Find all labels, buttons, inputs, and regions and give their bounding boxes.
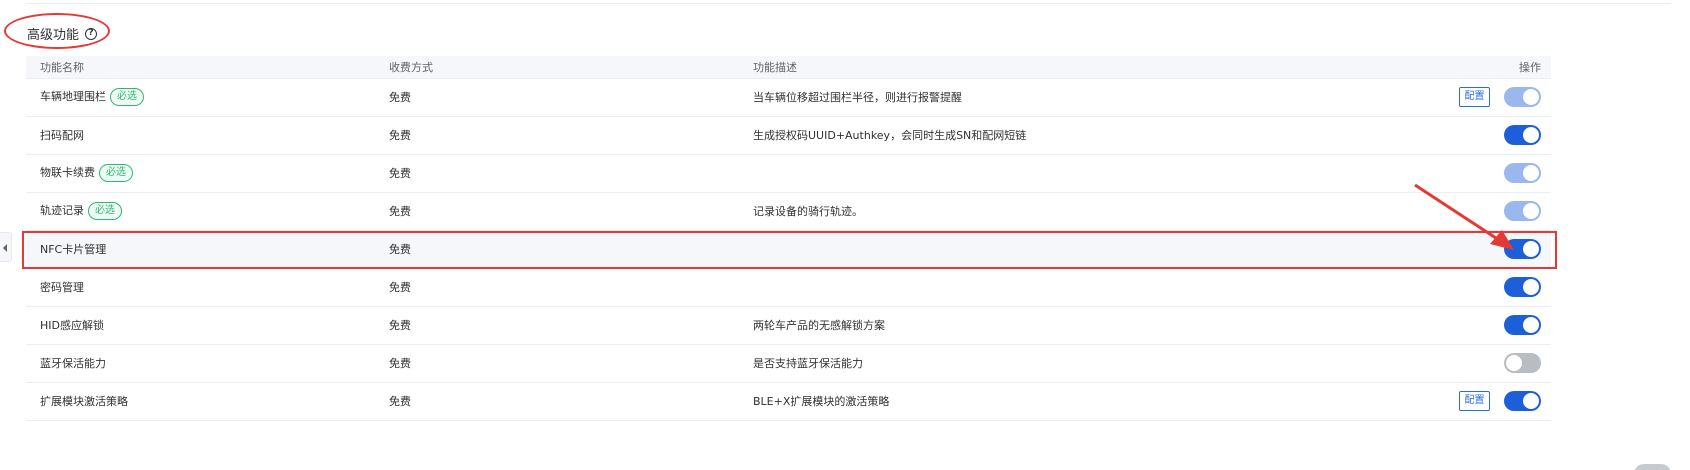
feature-toggle-switch — [1504, 163, 1541, 183]
operation-cell — [1339, 230, 1551, 269]
feature-toggle-switch[interactable] — [1504, 315, 1541, 335]
switch-knob — [1523, 317, 1539, 333]
feature-toggle-switch[interactable] — [1504, 391, 1541, 411]
table-row: NFC卡片管理 免费 — [26, 230, 1551, 269]
feature-name: 扫码配网 — [40, 129, 84, 142]
feature-toggle-switch[interactable] — [1504, 239, 1541, 259]
feature-name: 蓝牙保活能力 — [40, 357, 106, 370]
switch-knob — [1523, 393, 1539, 409]
description-cell — [739, 268, 1339, 307]
table-row: 蓝牙保活能力 免费 是否支持蓝牙保活能力 — [26, 344, 1551, 383]
feature-toggle-switch[interactable] — [1504, 125, 1541, 145]
feature-name: 车辆地理围栏 — [40, 90, 106, 103]
switch-knob — [1506, 355, 1522, 371]
description-cell: 生成授权码UUID+Authkey，会同时生成SN和配网短链 — [739, 116, 1339, 155]
title-circle-annotation — [4, 13, 110, 49]
description-cell: 记录设备的骑行轨迹。 — [739, 192, 1339, 231]
table-row: 密码管理 免费 — [26, 268, 1551, 307]
switch-knob — [1523, 165, 1539, 181]
feature-name: HID感应解锁 — [40, 319, 104, 332]
feature-toggle-switch — [1504, 87, 1541, 107]
table-row: 扫码配网 免费 生成授权码UUID+Authkey，会同时生成SN和配网短链 — [26, 116, 1551, 155]
operation-cell — [1339, 116, 1551, 155]
config-button[interactable]: 配置 — [1459, 391, 1490, 411]
required-tag: 必选 — [99, 164, 133, 182]
feature-name-cell: 密码管理 — [26, 268, 375, 307]
operation-cell — [1339, 306, 1551, 345]
table-row: 物联卡续费 必选 免费 — [26, 154, 1551, 193]
billing-cell: 免费 — [375, 306, 739, 345]
switch-knob — [1523, 89, 1539, 105]
description-cell — [739, 154, 1339, 193]
billing-cell: 免费 — [375, 230, 739, 269]
required-tag: 必选 — [110, 88, 144, 106]
feature-toggle-switch[interactable] — [1504, 353, 1541, 373]
feature-name-cell: 扫码配网 — [26, 116, 375, 155]
feature-name: 扩展模块激活策略 — [40, 395, 128, 408]
feature-name: NFC卡片管理 — [40, 243, 107, 256]
top-divider — [26, 3, 1671, 4]
table-row: 车辆地理围栏 必选 免费 当车辆位移超过围栏半径，则进行报警提醒 配置 — [26, 78, 1551, 117]
column-header-billing: 收费方式 — [375, 56, 739, 79]
switch-knob — [1523, 241, 1539, 257]
switch-knob — [1523, 127, 1539, 143]
description-cell: 当车辆位移超过围栏半径，则进行报警提醒 — [739, 78, 1339, 117]
sidebar-collapse-icon[interactable] — [0, 232, 12, 262]
description-cell: 两轮车产品的无感解锁方案 — [739, 306, 1339, 345]
billing-cell: 免费 — [375, 344, 739, 383]
description-cell: 是否支持蓝牙保活能力 — [739, 344, 1339, 383]
switch-knob — [1523, 203, 1539, 219]
billing-cell: 免费 — [375, 154, 739, 193]
feature-name-cell: 轨迹记录 必选 — [26, 192, 375, 231]
feature-name: 轨迹记录 — [40, 204, 84, 217]
column-header-description: 功能描述 — [739, 56, 1339, 79]
feature-name-cell: 扩展模块激活策略 — [26, 382, 375, 421]
description-cell — [739, 230, 1339, 269]
billing-cell: 免费 — [375, 268, 739, 307]
operation-cell — [1339, 268, 1551, 307]
description-cell: BLE+X扩展模块的激活策略 — [739, 382, 1339, 421]
required-tag: 必选 — [88, 202, 122, 220]
config-button[interactable]: 配置 — [1459, 87, 1490, 107]
operation-cell — [1339, 192, 1551, 231]
features-table: 功能名称 收费方式 功能描述 操作 车辆地理围栏 必选 免费 当车辆位移超过围栏半径，… — [26, 56, 1551, 421]
table-row: 轨迹记录 必选 免费 记录设备的骑行轨迹。 — [26, 192, 1551, 231]
switch-knob — [1523, 279, 1539, 295]
feature-toggle-switch — [1504, 201, 1541, 221]
feature-name-cell: HID感应解锁 — [26, 306, 375, 345]
table-header-row: 功能名称 收费方式 功能描述 操作 — [26, 56, 1551, 79]
operation-cell: 配置 — [1339, 78, 1551, 117]
billing-cell: 免费 — [375, 192, 739, 231]
feature-name: 密码管理 — [40, 281, 84, 294]
column-header-operation: 操作 — [1339, 56, 1551, 79]
operation-cell — [1339, 344, 1551, 383]
billing-cell: 免费 — [375, 116, 739, 155]
operation-cell: 配置 — [1339, 382, 1551, 421]
next-row-switch-partial[interactable] — [1634, 464, 1671, 470]
feature-name-cell: 车辆地理围栏 必选 — [26, 78, 375, 117]
feature-name-cell: 蓝牙保活能力 — [26, 344, 375, 383]
feature-name: 物联卡续费 — [40, 166, 95, 179]
table-row: 扩展模块激活策略 免费 BLE+X扩展模块的激活策略 配置 — [26, 382, 1551, 421]
feature-toggle-switch[interactable] — [1504, 277, 1541, 297]
column-header-name: 功能名称 — [26, 56, 375, 79]
billing-cell: 免费 — [375, 382, 739, 421]
feature-name-cell: 物联卡续费 必选 — [26, 154, 375, 193]
feature-name-cell: NFC卡片管理 — [26, 230, 375, 269]
operation-cell — [1339, 154, 1551, 193]
billing-cell: 免费 — [375, 78, 739, 117]
table-row: HID感应解锁 免费 两轮车产品的无感解锁方案 — [26, 306, 1551, 345]
